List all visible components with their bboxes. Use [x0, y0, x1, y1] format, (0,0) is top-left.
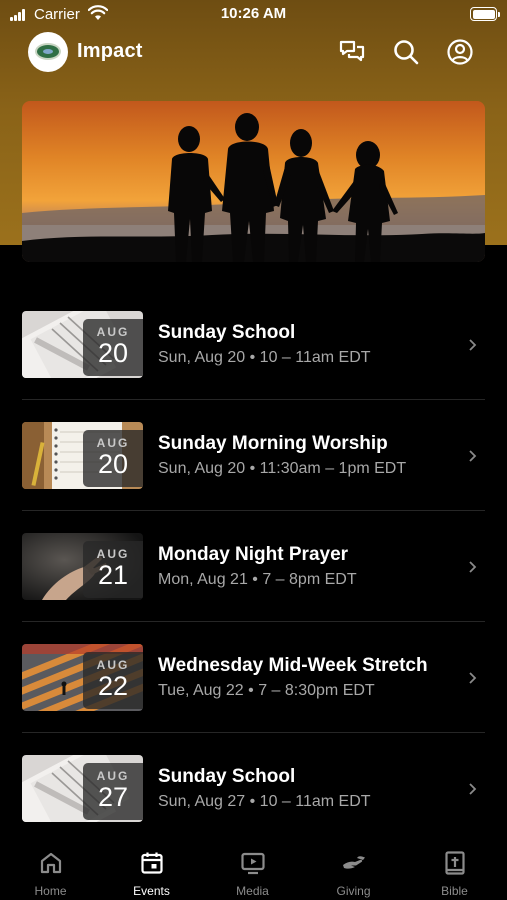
event-title: Sunday School — [158, 322, 296, 343]
tab-label: Bible — [441, 884, 468, 898]
event-thumbnail: AUG 21 — [22, 533, 143, 600]
event-title: Sunday School — [158, 766, 296, 787]
date-badge: AUG 20 — [83, 430, 143, 487]
event-row[interactable]: AUG 27 Sunday School Sun, Aug 27 • 10 – … — [22, 733, 485, 844]
event-datetime: Sun, Aug 27 • 10 – 11am EDT — [158, 793, 371, 810]
event-row[interactable]: AUG 20 Sunday Morning Worship Sun, Aug 2… — [22, 400, 485, 511]
tab-label: Giving — [336, 884, 371, 898]
badge-month: AUG — [96, 547, 130, 561]
event-title: Monday Night Prayer — [158, 544, 349, 565]
date-badge: AUG 20 — [83, 319, 143, 376]
badge-month: AUG — [96, 658, 130, 672]
church-logo[interactable] — [28, 32, 68, 72]
event-list: AUG 20 Sunday School Sun, Aug 20 • 10 – … — [22, 289, 485, 844]
event-title: Sunday Morning Worship — [158, 433, 388, 454]
tab-home[interactable]: Home — [0, 840, 101, 900]
tab-label: Media — [236, 884, 269, 898]
badge-month: AUG — [96, 325, 130, 339]
chevron-right-icon — [469, 339, 477, 351]
battery-icon — [470, 7, 500, 21]
profile-icon[interactable] — [446, 38, 474, 66]
event-thumbnail: AUG 22 — [22, 644, 143, 711]
date-badge: AUG 22 — [83, 652, 143, 709]
badge-day: 21 — [97, 560, 129, 590]
badge-day: 27 — [97, 782, 129, 812]
chevron-right-icon — [469, 561, 477, 573]
status-bar: Carrier 10:26 AM — [0, 0, 507, 30]
home-icon — [40, 852, 61, 874]
play-screen-icon — [240, 852, 265, 875]
badge-month: AUG — [96, 769, 130, 783]
event-datetime: Tue, Aug 22 • 7 – 8:30pm EDT — [158, 682, 375, 699]
tab-bible[interactable]: Bible — [404, 840, 505, 900]
event-row[interactable]: AUG 21 Monday Night Prayer Mon, Aug 21 •… — [22, 511, 485, 622]
chevron-right-icon — [469, 672, 477, 684]
search-icon[interactable] — [392, 38, 420, 66]
app-header: Impact — [0, 32, 507, 76]
bottom-tab-bar: Home Events Media Giving Bible — [0, 840, 507, 900]
tab-media[interactable]: Media — [202, 840, 303, 900]
chevron-right-icon — [469, 783, 477, 795]
giving-hand-icon — [342, 856, 365, 869]
event-title: Wednesday Mid-Week Stretch — [158, 655, 428, 676]
tab-label: Home — [34, 884, 67, 898]
event-thumbnail: AUG 27 — [22, 755, 143, 822]
date-badge: AUG 27 — [83, 763, 143, 820]
tab-giving[interactable]: Giving — [303, 840, 404, 900]
tab-label: Events — [133, 884, 170, 898]
chat-bubbles-icon[interactable] — [338, 38, 366, 66]
event-row[interactable]: AUG 22 Wednesday Mid-Week Stretch Tue, A… — [22, 622, 485, 733]
event-thumbnail: AUG 20 — [22, 422, 143, 489]
event-datetime: Sun, Aug 20 • 10 – 11am EDT — [158, 349, 371, 366]
event-row[interactable]: AUG 20 Sunday School Sun, Aug 20 • 10 – … — [22, 289, 485, 400]
badge-day: 20 — [97, 449, 129, 479]
badge-day: 20 — [97, 338, 129, 368]
app-title: Impact — [77, 40, 143, 62]
calendar-icon — [140, 852, 163, 874]
bible-icon — [444, 851, 465, 875]
event-datetime: Mon, Aug 21 • 7 – 8pm EDT — [158, 571, 357, 588]
tab-events[interactable]: Events — [101, 840, 202, 900]
date-badge: AUG 21 — [83, 541, 143, 598]
clock: 10:26 AM — [220, 5, 287, 22]
hero-banner-image[interactable] — [22, 101, 485, 262]
badge-day: 22 — [97, 671, 129, 701]
chevron-right-icon — [469, 450, 477, 462]
badge-month: AUG — [96, 436, 130, 450]
event-datetime: Sun, Aug 20 • 11:30am – 1pm EDT — [158, 460, 407, 477]
event-thumbnail: AUG 20 — [22, 311, 143, 378]
